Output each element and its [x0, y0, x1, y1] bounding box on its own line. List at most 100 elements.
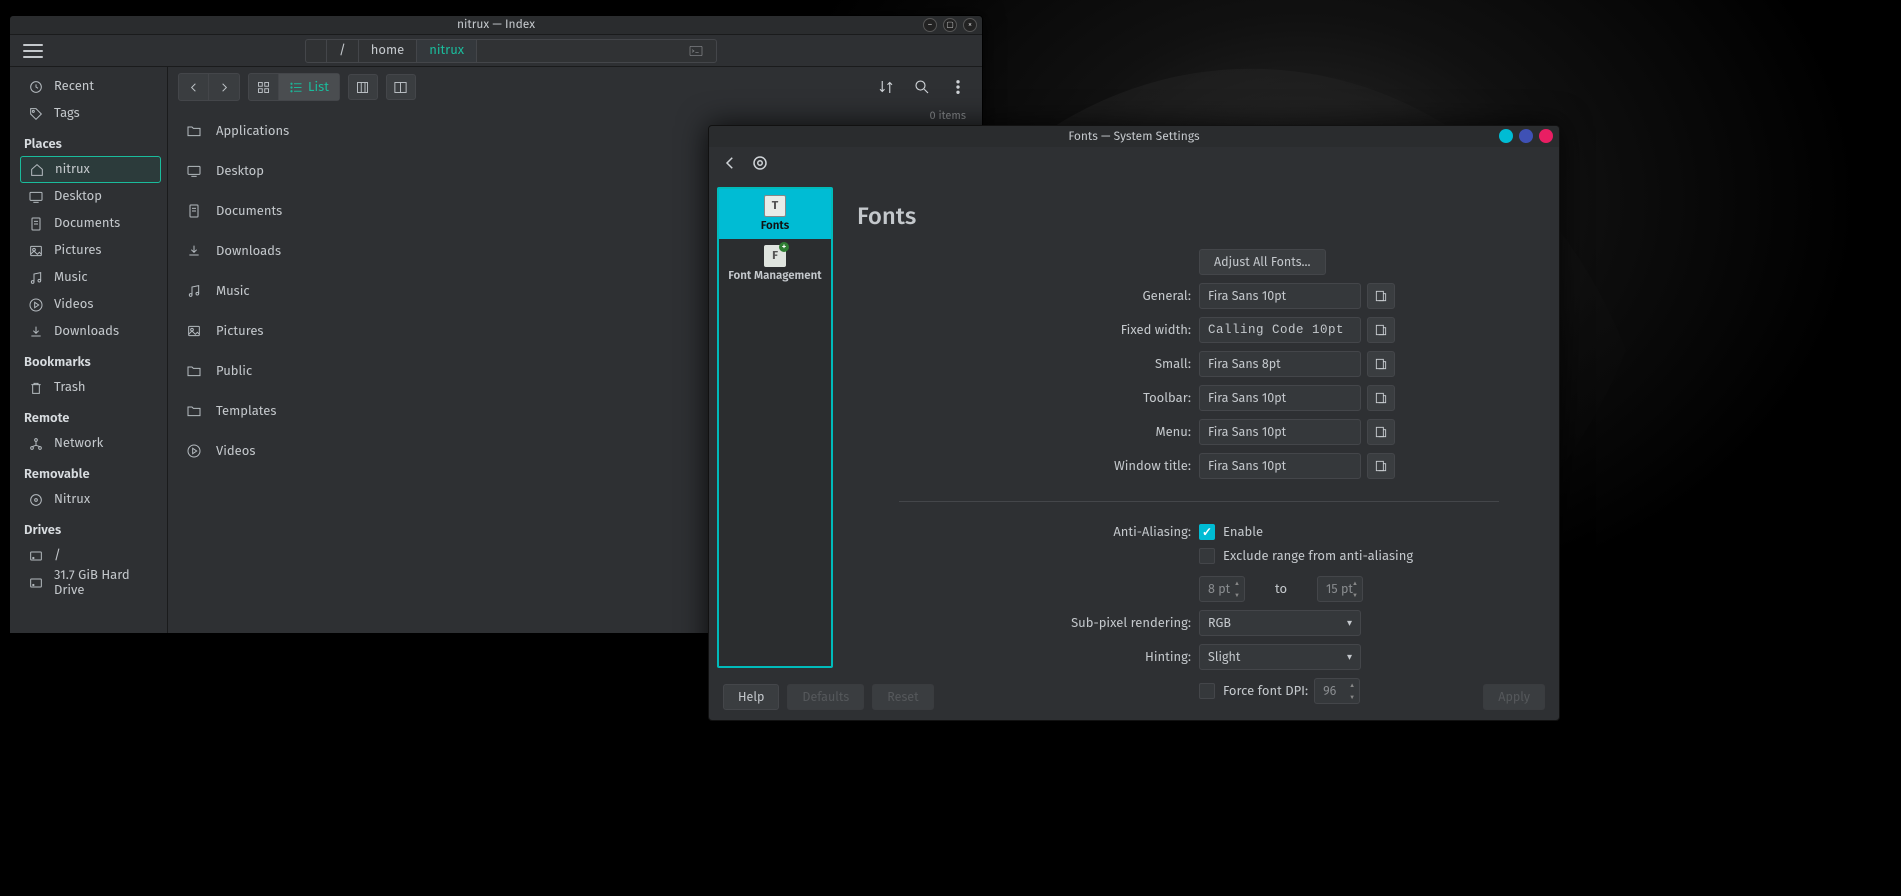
more-menu-button[interactable]	[944, 73, 972, 101]
settings-back-button[interactable]	[721, 154, 739, 176]
sidebar-item-music[interactable]: Music	[20, 264, 161, 291]
page-heading: Fonts	[857, 203, 1541, 231]
input-toolbar-font[interactable]	[1199, 385, 1361, 411]
input-general-font[interactable]	[1199, 283, 1361, 309]
help-button[interactable]: Help	[723, 684, 779, 710]
sidebar-item-tags[interactable]: Tags	[20, 100, 161, 127]
list-item-label: Templates	[216, 404, 276, 419]
download-icon	[186, 243, 202, 259]
choose-small-font-button[interactable]	[1367, 351, 1395, 377]
apply-button[interactable]: Apply	[1483, 684, 1545, 710]
sidebar-item-videos[interactable]: Videos	[20, 291, 161, 318]
sidebar-item-nitrux[interactable]: Nitrux	[20, 486, 161, 513]
sidebar-item-nitrux[interactable]: nitrux	[20, 156, 161, 183]
breadcrumb-current[interactable]: nitrux	[417, 40, 477, 62]
input-windowtitle-font[interactable]	[1199, 453, 1361, 479]
sidebar-item-network[interactable]: Network	[20, 430, 161, 457]
settings-window: Fonts — System Settings T Fonts F+Font Man…	[708, 125, 1560, 721]
fm-title: nitrux — Index	[457, 18, 535, 32]
download-icon	[28, 324, 44, 340]
settings-category-sidebar: T Fonts F+Font Management	[717, 187, 833, 668]
settings-config-icon[interactable]	[751, 154, 769, 176]
choose-general-font-button[interactable]	[1367, 283, 1395, 309]
home-icon	[29, 162, 45, 178]
minimize-icon[interactable]: –	[923, 18, 937, 32]
disc-icon	[28, 492, 44, 508]
sidebar-item-label: /	[54, 548, 61, 563]
defaults-button[interactable]: Defaults	[787, 684, 864, 710]
select-subpixel[interactable]: RGB	[1199, 610, 1361, 636]
nav-back-button[interactable]	[179, 74, 209, 100]
sidebar-item-label: Tags	[54, 106, 80, 121]
choose-menu-font-button[interactable]	[1367, 419, 1395, 445]
network-icon	[28, 436, 44, 452]
view-columns-button[interactable]	[348, 74, 378, 100]
sidebar-item-31-7-gib-hard-drive[interactable]: 31.7 GiB Hard Drive	[20, 569, 161, 596]
choose-fixedwidth-font-button[interactable]	[1367, 317, 1395, 343]
close-icon[interactable]: ×	[963, 18, 977, 32]
sidebar-item-trash[interactable]: Trash	[20, 374, 161, 401]
view-grid-button[interactable]	[249, 74, 279, 100]
clock-icon	[28, 79, 44, 95]
input-force-dpi[interactable]: 96▲▼	[1314, 678, 1360, 704]
breadcrumb-root[interactable]: /	[327, 40, 359, 62]
hamburger-menu-button[interactable]	[23, 40, 45, 62]
sidebar-item-documents[interactable]: Documents	[20, 210, 161, 237]
category-label: Font Management	[728, 269, 821, 283]
label-general: General:	[899, 289, 1199, 304]
label-fixedwidth: Fixed width:	[899, 323, 1199, 338]
input-small-font[interactable]	[1199, 351, 1361, 377]
reset-button[interactable]: Reset	[872, 684, 933, 710]
sidebar-item-label: Network	[54, 436, 103, 451]
checkbox-aa-exclude[interactable]: Exclude range from anti-aliasing	[1199, 548, 1413, 564]
aa-range-to[interactable]: 15 pt▲▼	[1317, 576, 1363, 602]
folder-icon	[186, 403, 202, 419]
category-icon: T	[764, 195, 786, 217]
select-hinting[interactable]: Slight	[1199, 644, 1361, 670]
maximize-icon[interactable]: ▢	[943, 18, 957, 32]
settings-header	[709, 147, 1559, 183]
breadcrumb-terminal-icon[interactable]	[477, 40, 716, 62]
tag-icon	[28, 106, 44, 122]
sort-button[interactable]	[872, 73, 900, 101]
category-font-management[interactable]: F+Font Management	[719, 239, 831, 289]
breadcrumb-home[interactable]: home	[359, 40, 417, 62]
sidebar-item-label: Trash	[54, 380, 86, 395]
sidebar-item-recent[interactable]: Recent	[20, 73, 161, 100]
category-fonts[interactable]: T Fonts	[719, 189, 831, 239]
sidebar-item-pictures[interactable]: Pictures	[20, 237, 161, 264]
sidebar-item-label: Pictures	[54, 243, 101, 258]
documents-icon	[28, 216, 44, 232]
label-small: Small:	[899, 357, 1199, 372]
aa-range-from[interactable]: 8 pt▲▼	[1199, 576, 1245, 602]
split-view-button[interactable]	[386, 74, 416, 100]
maximize-icon[interactable]	[1519, 129, 1533, 143]
settings-footer: Help Defaults Reset Apply	[709, 674, 1559, 720]
sidebar-item-desktop[interactable]: Desktop	[20, 183, 161, 210]
sidebar-item--[interactable]: /	[20, 542, 161, 569]
list-item-label: Pictures	[216, 324, 263, 339]
fm-titlebar[interactable]: nitrux — Index – ▢ ×	[10, 16, 982, 35]
sidebar-heading: Removable	[24, 467, 161, 482]
view-list-button[interactable]: List	[279, 74, 339, 100]
minimize-icon[interactable]	[1499, 129, 1513, 143]
adjust-all-fonts-button[interactable]: Adjust All Fonts...	[1199, 249, 1326, 275]
choose-toolbar-font-button[interactable]	[1367, 385, 1395, 411]
list-item-label: Videos	[216, 444, 255, 459]
sidebar-item-label: Nitrux	[54, 492, 90, 507]
input-fixedwidth-font[interactable]	[1199, 317, 1361, 343]
aa-range-to-label: to	[1251, 582, 1311, 597]
settings-titlebar[interactable]: Fonts — System Settings	[709, 126, 1559, 147]
sidebar-item-label: nitrux	[55, 162, 90, 177]
search-button[interactable]	[908, 73, 936, 101]
sidebar-item-downloads[interactable]: Downloads	[20, 318, 161, 345]
music-icon	[186, 283, 202, 299]
list-item-label: Documents	[216, 204, 282, 219]
close-icon[interactable]	[1539, 129, 1553, 143]
checkbox-aa-enable[interactable]: Enable	[1199, 524, 1263, 540]
category-label: Fonts	[761, 219, 789, 233]
input-menu-font[interactable]	[1199, 419, 1361, 445]
nav-forward-button[interactable]	[209, 74, 239, 100]
breadcrumb-home-icon[interactable]	[306, 40, 327, 62]
choose-windowtitle-font-button[interactable]	[1367, 453, 1395, 479]
